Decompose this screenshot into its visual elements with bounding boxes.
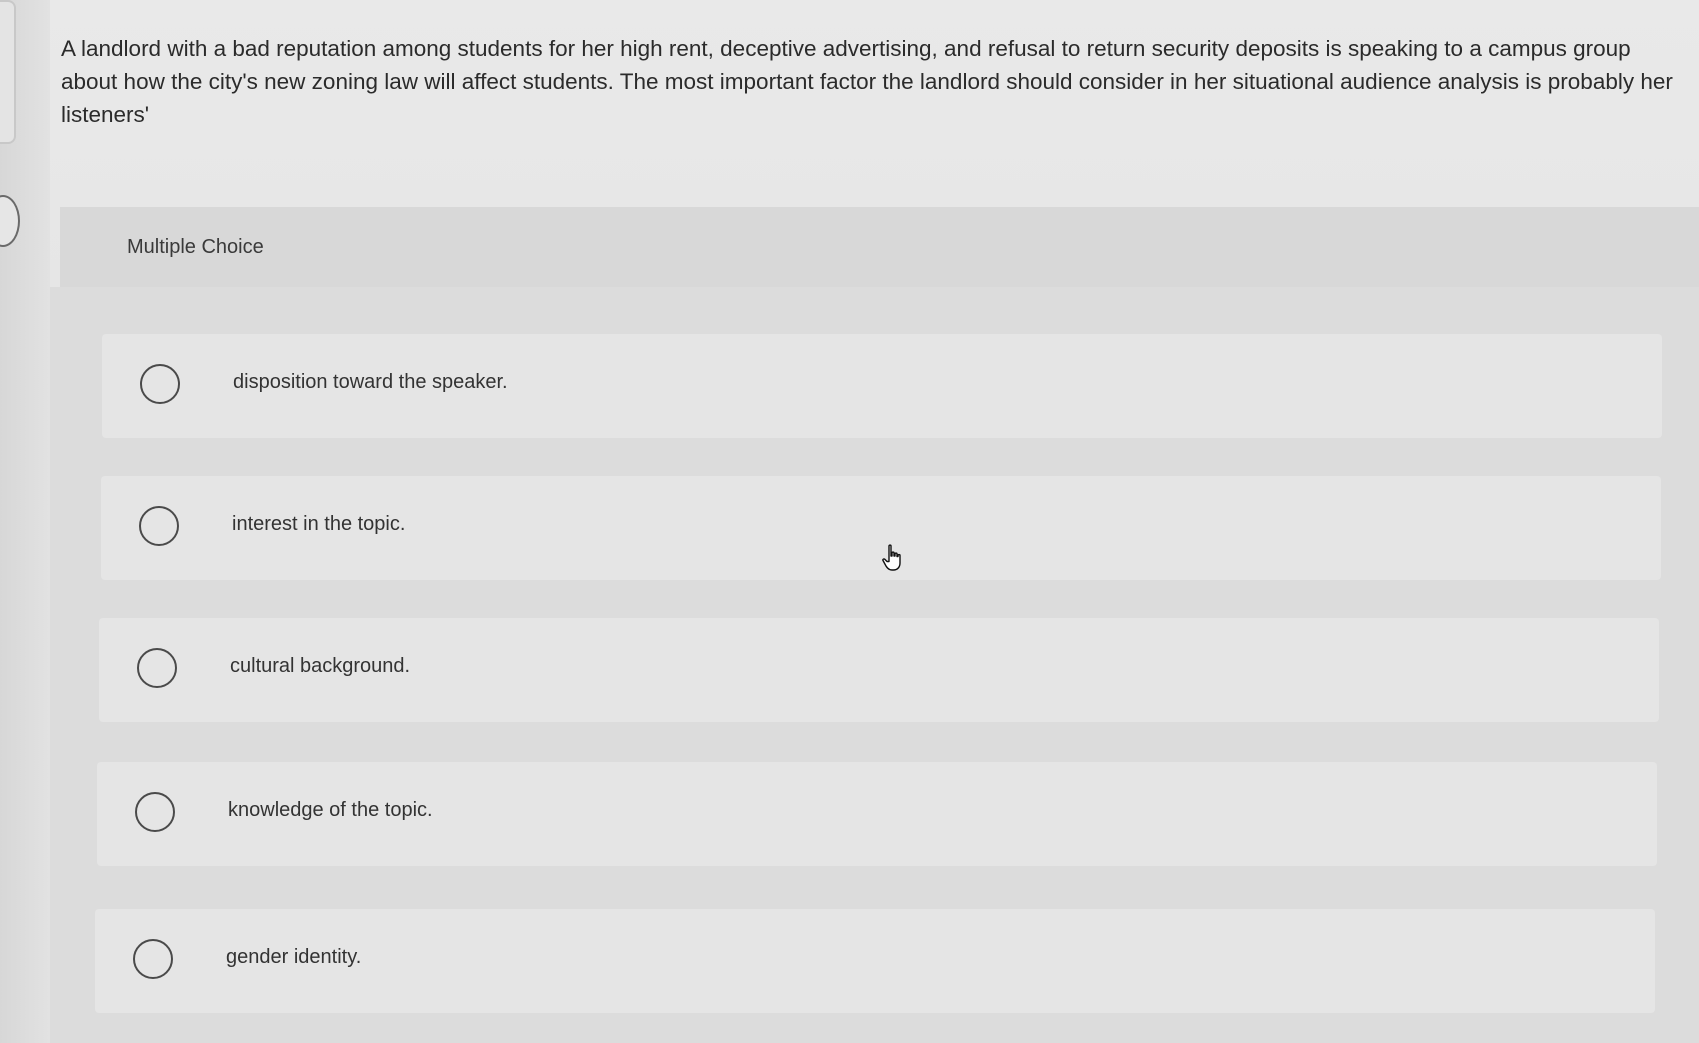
choice-option-1[interactable]: disposition toward the speaker. bbox=[102, 334, 1662, 438]
radio-button[interactable] bbox=[135, 792, 175, 832]
question-text: A landlord with a bad reputation among s… bbox=[61, 36, 1673, 127]
choice-label: gender identity. bbox=[226, 946, 362, 968]
radio-button[interactable] bbox=[133, 939, 173, 979]
choice-label: interest in the topic. bbox=[232, 513, 406, 535]
left-panel-tab[interactable] bbox=[0, 0, 16, 144]
radio-button[interactable] bbox=[139, 506, 179, 546]
hand-pointer-icon bbox=[882, 544, 901, 571]
question-type-label: Multiple Choice bbox=[127, 236, 264, 258]
choice-label: disposition toward the speaker. bbox=[233, 371, 508, 393]
choice-label: knowledge of the topic. bbox=[228, 799, 433, 821]
multiple-choice-header bbox=[60, 207, 1699, 287]
choice-option-5[interactable]: gender identity. bbox=[95, 909, 1655, 1013]
choice-label: cultural background. bbox=[230, 655, 411, 677]
choice-option-3[interactable]: cultural background. bbox=[99, 618, 1659, 722]
left-edge-panel bbox=[0, 0, 50, 1043]
radio-button[interactable] bbox=[137, 648, 177, 688]
radio-button[interactable] bbox=[140, 364, 180, 404]
choice-option-4[interactable]: knowledge of the topic. bbox=[97, 762, 1657, 866]
